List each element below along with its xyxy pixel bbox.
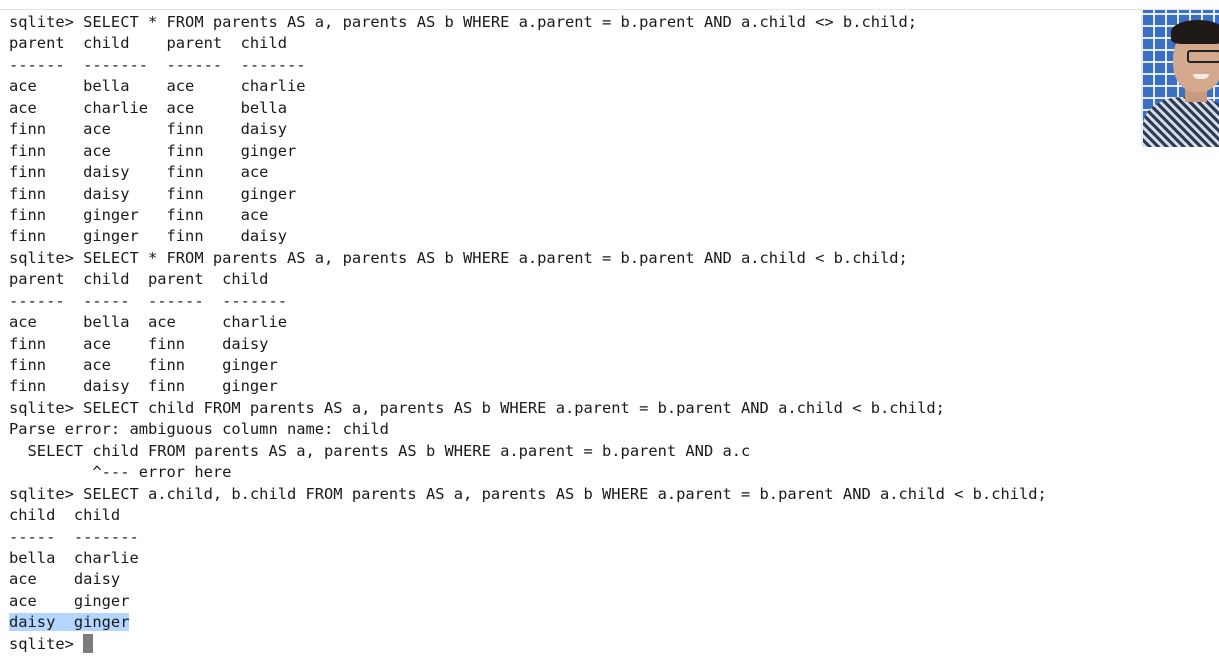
terminal-line: ace ginger	[9, 591, 130, 610]
terminal-line: finn ginger finn daisy	[9, 227, 287, 246]
terminal-line: sqlite> SELECT * FROM parents AS a, pare…	[9, 13, 918, 31]
terminal-line: SELECT child FROM parents AS a, parents …	[9, 441, 751, 460]
terminal-line: ace bella ace charlie	[9, 77, 306, 96]
terminal-line: ace daisy	[9, 570, 121, 589]
presenter-hair	[1171, 20, 1219, 44]
terminal-lines: sqlite> SELECT * FROM parents AS a, pare…	[9, 12, 1214, 612]
terminal-line: finn ace finn ginger	[9, 356, 278, 374]
terminal-output[interactable]: sqlite> SELECT * FROM parents AS a, pare…	[9, 12, 1214, 655]
sqlite-prompt: sqlite>	[9, 634, 84, 653]
terminal-line: sqlite> SELECT child FROM parents AS a, …	[9, 398, 945, 417]
terminal-line: ^--- error here	[9, 463, 232, 482]
presenter-shirt	[1143, 97, 1219, 147]
terminal-line: parent child parent child	[9, 34, 287, 53]
terminal-line: sqlite> SELECT a.child, b.child FROM par…	[9, 484, 1047, 503]
terminal-prompt-line[interactable]: sqlite>	[9, 633, 1214, 655]
terminal-line: ------ ----- ------ -------	[9, 291, 287, 310]
terminal-line: bella charlie	[9, 548, 139, 567]
terminal-line: finn daisy finn ginger	[9, 377, 278, 396]
presenter-mouth	[1193, 74, 1209, 79]
terminal-line: ----- -------	[9, 527, 139, 546]
terminal-line: Parse error: ambiguous column name: chil…	[9, 420, 389, 439]
block-cursor-icon	[83, 633, 94, 653]
terminal-line: finn daisy finn ginger	[9, 184, 297, 203]
window-top-rule	[0, 9, 1219, 10]
terminal-line: finn ace finn daisy	[9, 120, 287, 139]
presenter-glasses	[1187, 50, 1219, 63]
terminal-line: ------ ------- ------ -------	[9, 55, 306, 74]
terminal-line: ace bella ace charlie	[9, 313, 287, 332]
terminal-line: finn ginger finn ace	[9, 205, 269, 224]
terminal-line: child child	[9, 506, 121, 525]
selection-highlight[interactable]: daisy ginger	[9, 613, 130, 632]
terminal-line: ace charlie ace bella	[9, 98, 287, 117]
webcam-presenter-icon	[1141, 10, 1219, 147]
terminal-line: parent child parent child	[9, 270, 269, 289]
terminal-line: sqlite> SELECT * FROM parents AS a, pare…	[9, 248, 908, 267]
terminal-selected-line[interactable]: daisy ginger	[9, 612, 1214, 633]
terminal-line: finn ace finn ginger	[9, 141, 297, 160]
terminal-line: finn ace finn daisy	[9, 334, 269, 353]
terminal-line: finn daisy finn ace	[9, 163, 269, 182]
